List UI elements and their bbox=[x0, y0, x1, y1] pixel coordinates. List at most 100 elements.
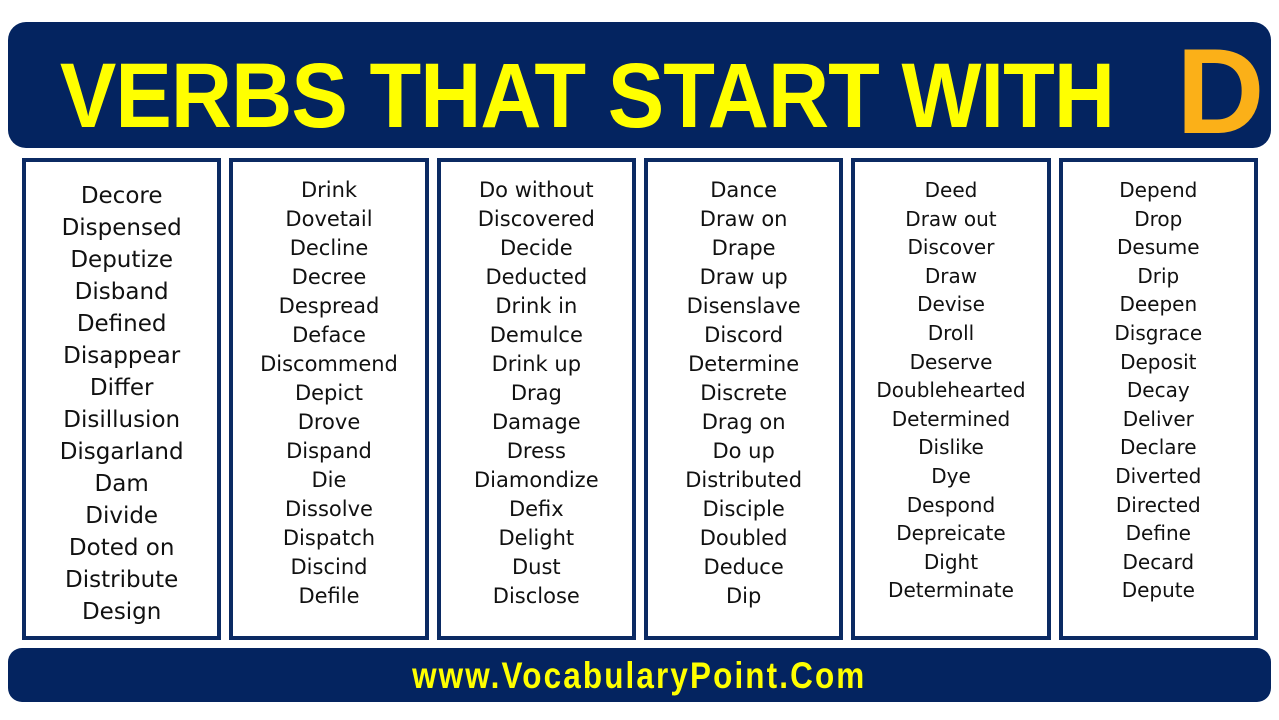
word-item: Demulce bbox=[489, 323, 583, 347]
word-column-6: Depend Drop Desume Drip Deepen Disgrace … bbox=[1058, 158, 1258, 640]
page-title: VERBS THAT START WITH D bbox=[8, 23, 1271, 148]
word-item: Defile bbox=[298, 584, 360, 608]
word-item: Depict bbox=[294, 381, 364, 405]
word-item: Decay bbox=[1126, 378, 1190, 403]
word-item: Discind bbox=[290, 555, 368, 579]
word-item: Dance bbox=[710, 178, 778, 202]
word-column-5: Deed Draw out Discover Draw Devise Droll… bbox=[851, 158, 1051, 640]
word-item: Desume bbox=[1117, 235, 1200, 260]
word-item: Diverted bbox=[1115, 463, 1202, 488]
word-item: Directed bbox=[1115, 492, 1201, 517]
header-banner: VERBS THAT START WITH D bbox=[8, 22, 1271, 148]
word-item: Disenslave bbox=[686, 294, 801, 318]
word-item: Deface bbox=[292, 323, 366, 347]
word-item: Dispensed bbox=[61, 215, 182, 241]
word-item: Dight bbox=[923, 549, 979, 574]
word-item: Decline bbox=[289, 236, 369, 260]
word-item: Declare bbox=[1120, 435, 1197, 460]
word-item: Depute bbox=[1121, 578, 1195, 603]
word-column-3: Do without Discovered Decide Deducted Dr… bbox=[436, 158, 636, 640]
word-item: Damage bbox=[492, 410, 581, 434]
poster-canvas: VERBS THAT START WITH D Decore Dispensed… bbox=[0, 0, 1279, 720]
word-item: Drip bbox=[1137, 263, 1180, 288]
word-item: Decree bbox=[291, 265, 367, 289]
word-item: Deposit bbox=[1120, 349, 1197, 374]
word-item: Disgrace bbox=[1114, 320, 1203, 345]
word-item: Doted on bbox=[68, 535, 175, 561]
word-item: Disciple bbox=[702, 497, 785, 521]
word-column-2: Drink Dovetail Decline Decree Despread D… bbox=[229, 158, 429, 640]
word-item: Disgarland bbox=[59, 439, 184, 465]
highlight-letter: D bbox=[1176, 23, 1265, 148]
word-item: Draw out bbox=[905, 206, 997, 231]
word-item: Deliver bbox=[1122, 406, 1194, 431]
website-url[interactable]: www.VocabularyPoint.Com bbox=[412, 657, 866, 694]
word-item: Determinate bbox=[888, 578, 1014, 603]
word-item: Differ bbox=[89, 375, 154, 401]
word-item: Drink in bbox=[495, 294, 578, 318]
word-item: Dispand bbox=[286, 439, 372, 463]
footer-banner: www.VocabularyPoint.Com bbox=[8, 648, 1271, 702]
word-item: Discommend bbox=[260, 352, 398, 376]
word-item: Drove bbox=[297, 410, 361, 434]
page-title-text: VERBS THAT START WITH bbox=[60, 45, 1115, 147]
word-item: Die bbox=[311, 468, 347, 492]
word-item: Drape bbox=[711, 236, 776, 260]
word-item: Doubled bbox=[699, 526, 788, 550]
word-item: Discovered bbox=[477, 207, 595, 231]
word-item: Drag on bbox=[701, 410, 786, 434]
word-item: Discover bbox=[907, 235, 995, 260]
word-item: Deepen bbox=[1119, 292, 1198, 317]
word-item: Doublehearted bbox=[876, 378, 1026, 403]
word-item: Drink up bbox=[491, 352, 582, 376]
word-item: Devise bbox=[917, 292, 985, 317]
word-item: Dust bbox=[511, 555, 561, 579]
word-item: Dispatch bbox=[282, 526, 376, 550]
word-item: Distribute bbox=[65, 567, 179, 593]
word-item: Disclose bbox=[492, 584, 580, 608]
word-item: Do without bbox=[479, 178, 594, 202]
word-item: Dam bbox=[94, 471, 149, 497]
word-item: Droll bbox=[927, 320, 975, 345]
word-item: Dovetail bbox=[285, 207, 373, 231]
word-item: Drop bbox=[1134, 206, 1183, 231]
word-item: Drink bbox=[300, 178, 358, 202]
word-item: Decore bbox=[80, 183, 163, 209]
word-item: Deed bbox=[924, 178, 978, 202]
word-item: Deducted bbox=[485, 265, 588, 289]
word-item: Delight bbox=[498, 526, 575, 550]
word-item: Draw bbox=[924, 263, 978, 288]
word-item: Deserve bbox=[909, 349, 993, 374]
word-item: Determine bbox=[688, 352, 800, 376]
word-item: Depend bbox=[1119, 178, 1198, 202]
word-item: Defined bbox=[76, 311, 167, 337]
word-item: Deputize bbox=[70, 247, 173, 273]
word-item: Disband bbox=[74, 279, 169, 305]
word-item: Despond bbox=[906, 492, 996, 517]
word-item: Decard bbox=[1122, 549, 1195, 574]
word-item: Design bbox=[81, 599, 162, 625]
word-item: Dislike bbox=[918, 435, 984, 460]
word-item: Draw on bbox=[699, 207, 788, 231]
word-item: Determined bbox=[891, 406, 1011, 431]
word-columns-container: Decore Dispensed Deputize Disband Define… bbox=[22, 158, 1258, 640]
word-item: Depreicate bbox=[896, 521, 1006, 546]
word-column-4: Dance Draw on Drape Draw up Disenslave D… bbox=[643, 158, 844, 640]
word-item: Despread bbox=[278, 294, 380, 318]
word-item: Disillusion bbox=[63, 407, 181, 433]
word-item: Defix bbox=[508, 497, 564, 521]
word-item: Define bbox=[1125, 521, 1191, 546]
word-item: Do up bbox=[712, 439, 775, 463]
word-item: Dye bbox=[931, 463, 971, 488]
word-item: Dissolve bbox=[285, 497, 373, 521]
word-item: Drag bbox=[510, 381, 562, 405]
word-item: Dip bbox=[725, 584, 762, 608]
word-item: Discord bbox=[704, 323, 784, 347]
word-item: Deduce bbox=[703, 555, 784, 579]
word-item: Dress bbox=[506, 439, 566, 463]
word-item: Diamondize bbox=[474, 468, 599, 492]
word-item: Decide bbox=[499, 236, 573, 260]
word-column-1: Decore Dispensed Deputize Disband Define… bbox=[22, 158, 222, 640]
word-item: Disappear bbox=[63, 343, 181, 369]
word-item: Discrete bbox=[700, 381, 788, 405]
